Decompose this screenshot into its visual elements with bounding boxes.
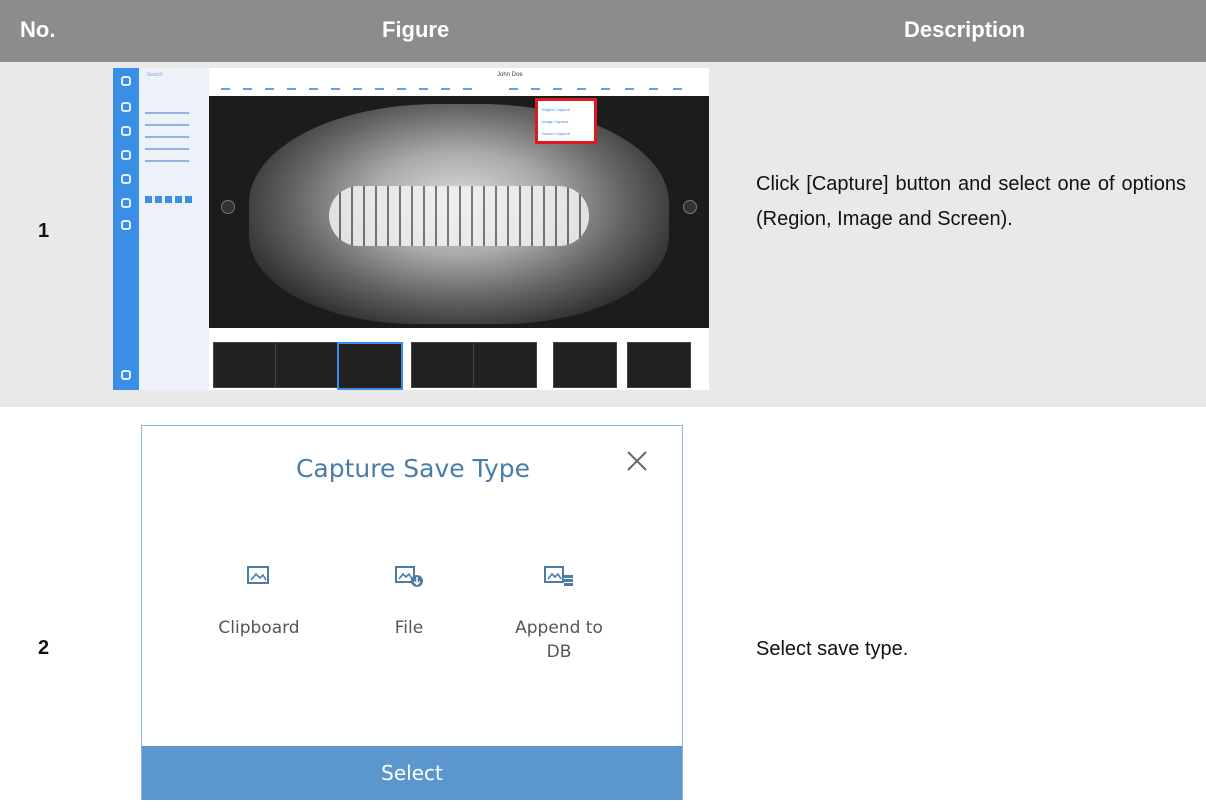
tools-panel: Search: [139, 68, 209, 390]
tool-icon: [553, 82, 562, 90]
row-number: 2: [38, 637, 50, 659]
prev-arrow-icon: [221, 200, 235, 214]
thumbnail: [627, 342, 691, 388]
thumbnail: [337, 342, 403, 390]
app-toolbar: John Doe: [209, 68, 709, 97]
clock-icon: [121, 220, 131, 230]
slider: [145, 112, 189, 114]
tool-icon: [625, 82, 634, 90]
thumbnail: [411, 342, 475, 388]
tool-icon: [243, 82, 252, 90]
option-label: Append to DB: [515, 618, 603, 662]
close-icon[interactable]: [622, 446, 652, 476]
tool-icon: [353, 82, 362, 90]
slider: [145, 124, 189, 126]
next-arrow-icon: [683, 200, 697, 214]
append-db-image-icon: [544, 566, 573, 586]
option-append-to-db[interactable]: Append to DB: [504, 564, 614, 664]
tool-icon: [441, 82, 450, 90]
tool-icon: [531, 82, 540, 90]
option-clipboard[interactable]: Clipboard: [204, 564, 314, 640]
tool-icon: [673, 82, 682, 90]
row-number: 1: [38, 220, 50, 242]
thumbnail-strip: [209, 328, 709, 390]
option-label: Clipboard: [218, 618, 300, 638]
slider: [145, 136, 189, 138]
layout-icon: [175, 196, 182, 203]
tool-icon: [375, 82, 384, 90]
tool-icon: [221, 82, 230, 90]
gear-icon: [121, 370, 131, 380]
capture-save-type-dialog: Capture Save Type Clipboard File Append …: [141, 425, 683, 800]
tool-icon: [649, 82, 658, 90]
menu-item-image-capture: Image Capture: [542, 119, 569, 124]
thumbnail: [553, 342, 617, 388]
search-label: Search: [147, 72, 163, 78]
header-figure: Figure: [382, 17, 450, 42]
xray-viewer: [209, 96, 709, 328]
header-description: Description: [904, 17, 1026, 42]
clipboard-image-icon: [247, 566, 269, 584]
slider: [145, 160, 189, 162]
tool-icon: [509, 82, 518, 90]
tool-icon: [309, 82, 318, 90]
tool-icon: [419, 82, 428, 90]
model-icon: [121, 198, 131, 208]
window-title: John Doe: [497, 72, 523, 78]
document-icon: [121, 150, 131, 160]
select-button[interactable]: Select: [142, 746, 682, 800]
row-description: Click [Capture] button and select one of…: [756, 173, 1186, 230]
menu-item-screen-capture: Screen Capture: [542, 131, 571, 136]
layout-icon: [145, 196, 152, 203]
thumbnail: [275, 342, 339, 388]
row-description: Select save type.: [756, 638, 909, 660]
dialog-title: Capture Save Type: [295, 454, 531, 483]
capture-menu-highlight: Region Capture Image Capture Screen Capt…: [535, 98, 597, 144]
printer-icon: [121, 174, 131, 184]
tool-icon: [601, 82, 610, 90]
menu-item-region-capture: Region Capture: [542, 107, 571, 112]
option-label: File: [394, 618, 424, 638]
image-icon: [121, 126, 131, 136]
tool-icon: [577, 82, 586, 90]
file-download-image-icon: [395, 566, 423, 587]
tool-icon: [463, 82, 472, 90]
thumbnail: [473, 342, 537, 388]
app-sidebar: [113, 68, 139, 390]
thumbnail: [213, 342, 277, 388]
settings-icon: [121, 102, 131, 112]
layout-icon: [185, 196, 192, 203]
table-header: No. Figure Description: [0, 0, 1206, 62]
tool-icon: [287, 82, 296, 90]
user-icon: [121, 76, 131, 86]
slider: [145, 148, 189, 150]
header-no: No.: [20, 17, 56, 42]
tool-icon: [331, 82, 340, 90]
layout-icon: [165, 196, 172, 203]
xray-teeth: [329, 186, 589, 246]
option-file[interactable]: File: [354, 564, 464, 640]
tool-icon: [265, 82, 274, 90]
layout-icon: [155, 196, 162, 203]
tool-icon: [397, 82, 406, 90]
app-screenshot: Search John Doe Region Capture Image Cap…: [113, 68, 709, 390]
